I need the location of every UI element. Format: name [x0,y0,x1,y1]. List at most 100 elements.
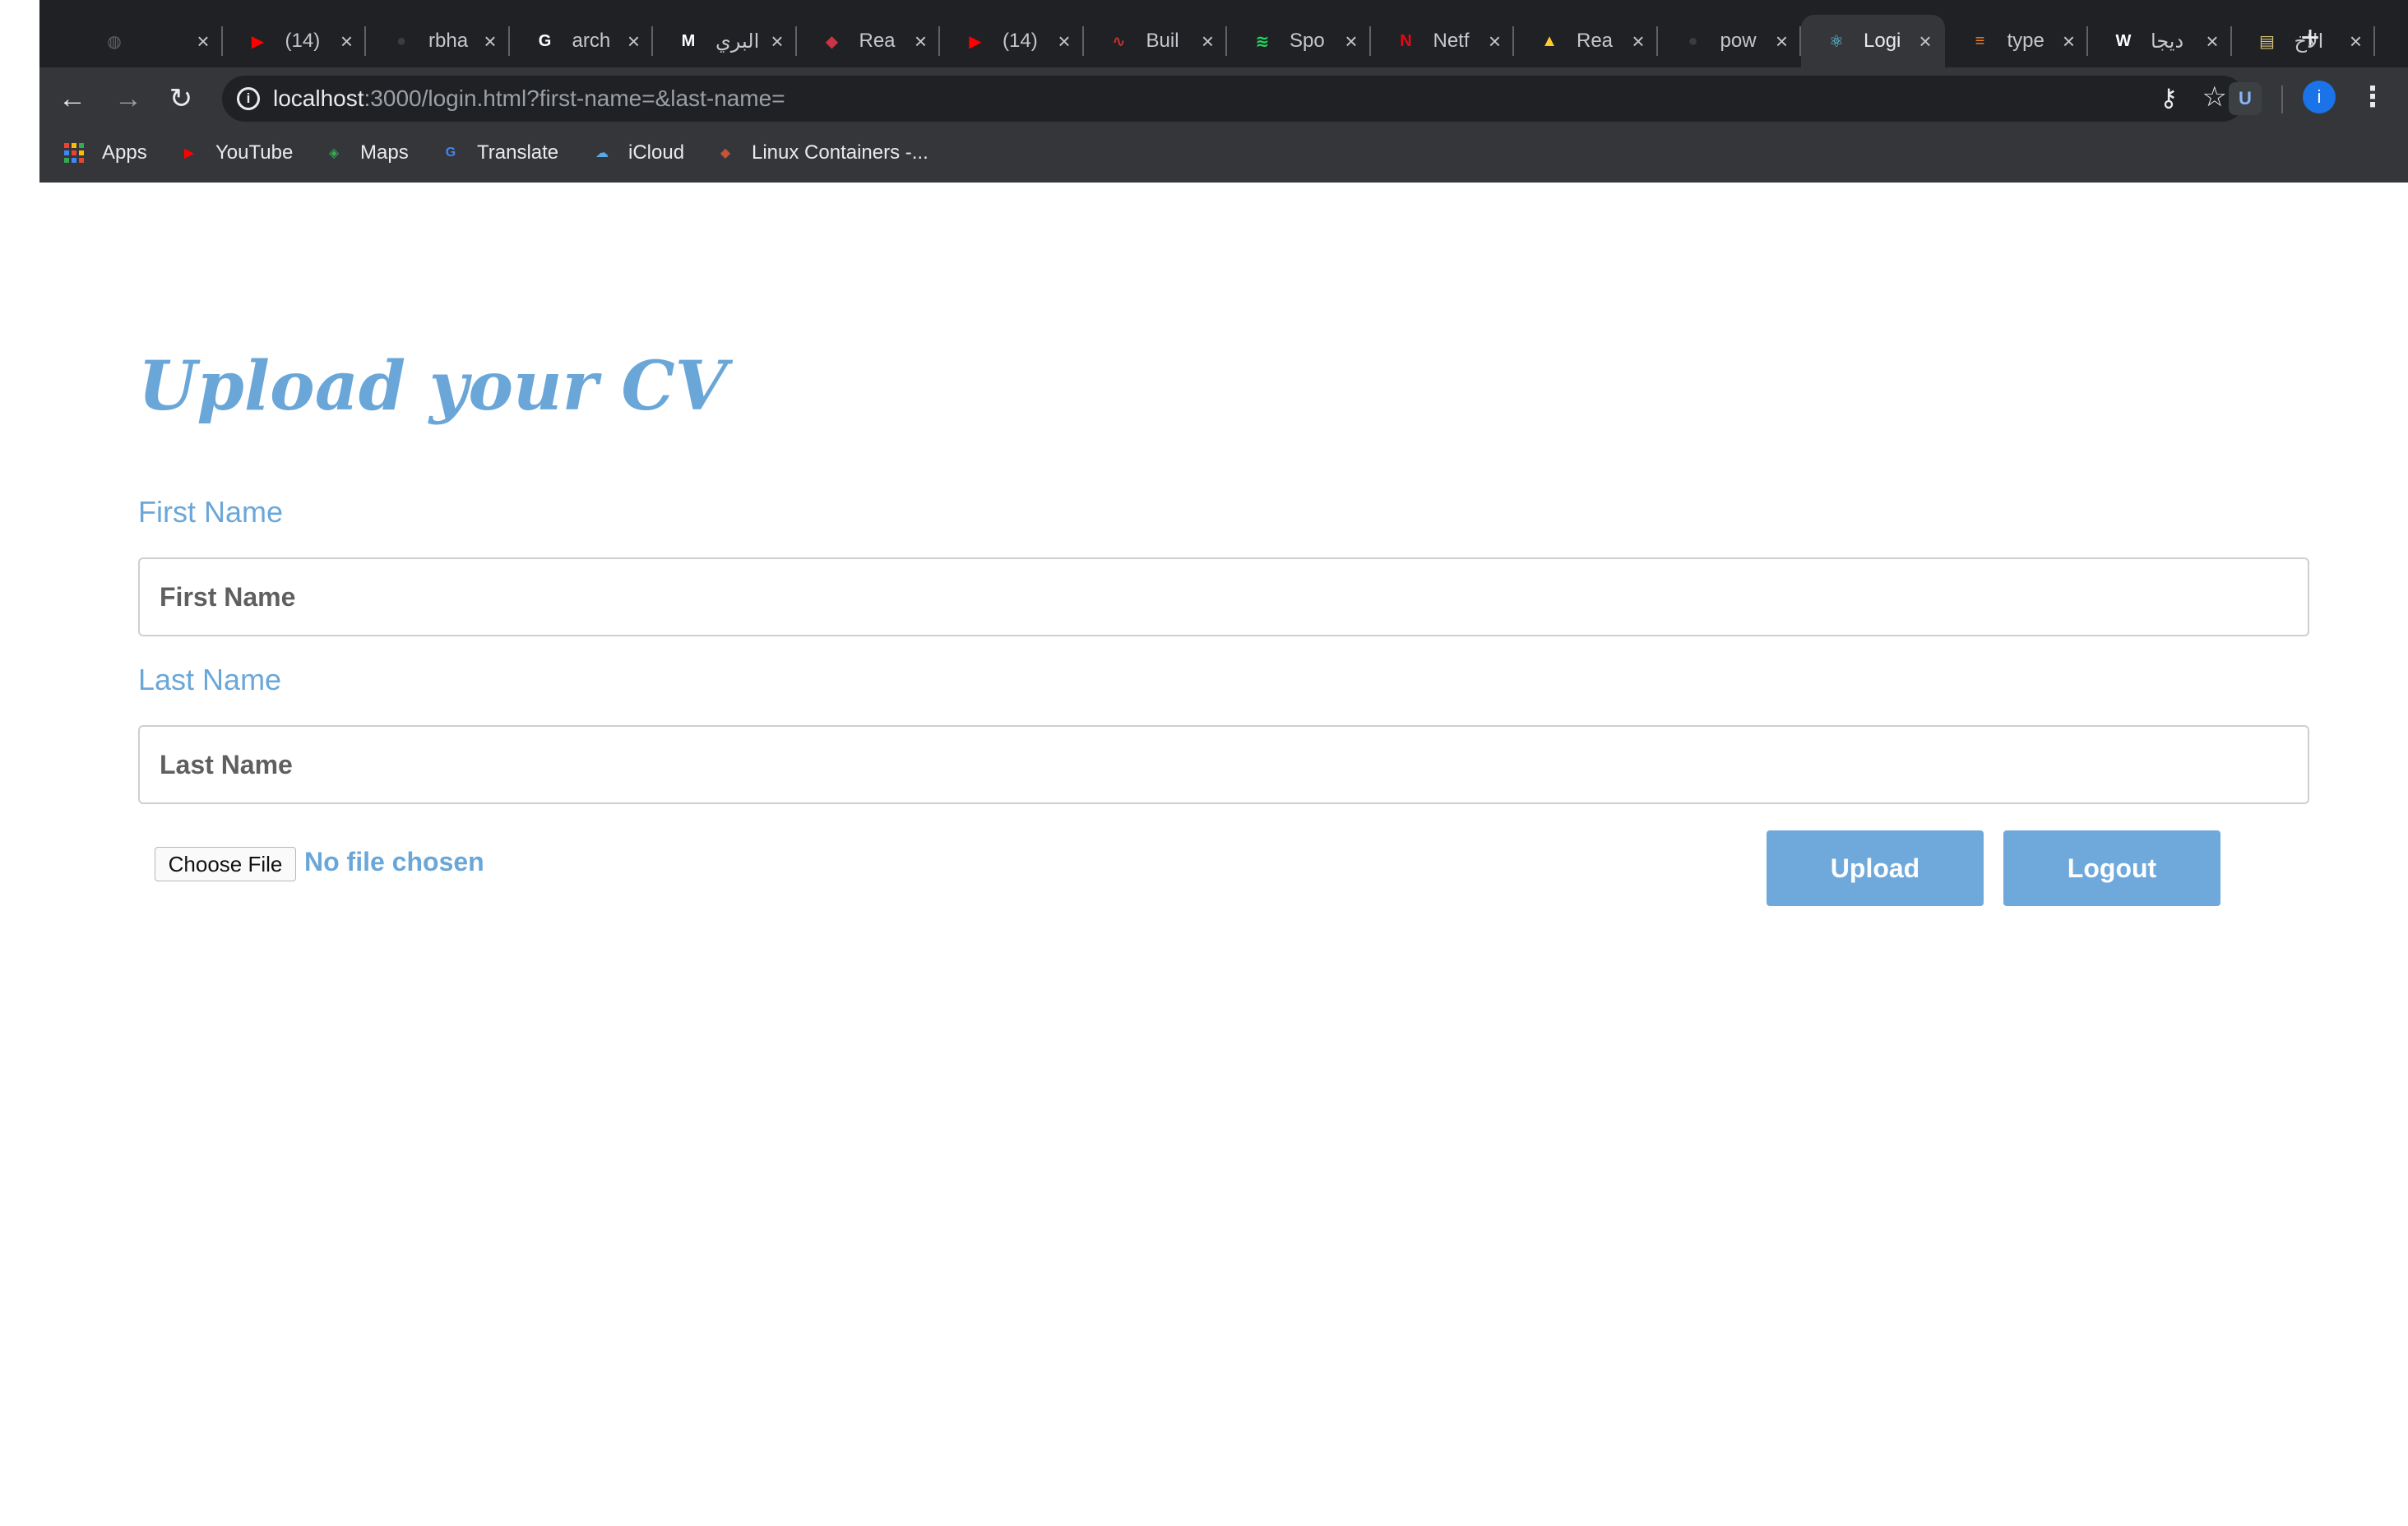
close-tab-icon[interactable]: × [2206,30,2218,53]
bookmark-label: Translate [477,141,559,164]
tab-title: Spo [1290,30,1325,52]
browser-tab[interactable]: ≋ Spo × [1227,15,1371,67]
browser-tab[interactable]: ● pow × [1658,15,1801,67]
choose-file-button[interactable]: Choose File [155,847,296,881]
close-tab-icon[interactable]: × [771,30,783,53]
address-bar[interactable]: i localhost:3000/login.html?first-name=&… [222,76,2245,122]
close-tab-icon[interactable]: × [627,30,640,53]
bookmark-item[interactable]: Apps [64,138,147,168]
bookmark-item[interactable]: ☁ iCloud [590,138,684,168]
bookmark-label: Linux Containers -... [752,141,928,164]
bookmarks-bar: Apps ▶ YouTube ◈ Maps G Translate ☁ iCloud ◆ Linux… [39,128,2408,178]
bookmark-item[interactable]: ◈ Maps [322,138,409,168]
translate-icon: G [445,146,456,160]
more-menu-icon[interactable]: ⋮ [2359,79,2387,115]
new-tab-button[interactable]: + [2293,21,2327,56]
browser-tab[interactable]: ⚛ Logi × [1801,15,1945,67]
tab-title: rbha [428,30,469,52]
maps-icon: ◈ [328,146,340,160]
close-tab-icon[interactable]: × [197,30,209,53]
site-info-icon[interactable]: i [237,87,260,110]
bookmark-item[interactable]: G Translate [439,138,558,168]
close-tab-icon[interactable]: × [1919,30,1931,53]
close-tab-icon[interactable]: × [2350,30,2362,53]
tab-title: Rea [1577,30,1614,52]
browser-tab[interactable]: W ديجا × [2088,15,2232,67]
first-name-label: First Name [138,495,284,529]
globe-icon: ◍ [107,32,122,51]
gmail-icon: M [681,31,696,50]
tab-title: (14) [285,30,321,52]
close-tab-icon[interactable]: × [1776,30,1788,53]
youtube-icon: ▶ [183,146,195,160]
logout-button[interactable]: Logout [2003,830,2220,906]
bookmark-item[interactable]: ▶ YouTube [178,138,293,168]
browser-tab[interactable]: Garch × [510,15,653,67]
page-content: Upload your CV First Name Last Name Choo… [0,183,2408,1526]
extension-icon[interactable]: U [2229,82,2262,115]
browser-tab[interactable]: ∿ Buil × [1084,15,1227,67]
browser-tab[interactable]: ≡ type × [1945,15,2088,67]
tab-title: pow [1720,30,1757,52]
browser-tab[interactable]: N Netf × [1371,15,1514,67]
github-icon: ● [396,31,407,50]
toolbar-divider [2281,86,2283,113]
tab-strip: ◍ × ▶ (14) × ● rbha × Garch × M البري × ◆ Rea × ▶ (14) × ∿ B… [39,0,2408,67]
close-tab-icon[interactable]: × [1632,30,1644,53]
tab-title: البري [715,30,760,53]
tab-divider [2373,26,2375,56]
close-tab-icon[interactable]: × [1058,30,1070,53]
ruby-gem-icon: ◆ [825,32,839,51]
upload-button[interactable]: Upload [1767,830,1984,906]
close-tab-icon[interactable]: × [484,30,496,53]
browser-toolbar: ← → ↻ i localhost:3000/login.html?first-… [39,67,2408,128]
spotify-icon: ≋ [1255,32,1270,51]
tab-title: Rea [859,30,896,52]
last-name-input[interactable] [138,725,2309,804]
google-icon: G [538,31,552,50]
browser-tab[interactable]: M البري × [653,15,797,67]
browser-tab[interactable]: ◆ Rea × [797,15,940,67]
tab-title: type [2007,30,2044,52]
bookmark-item[interactable]: ◆ Linux Containers -... [714,138,928,168]
bookmark-label: iCloud [628,141,685,164]
close-tab-icon[interactable]: × [1202,30,1214,53]
linux-containers-icon: ◆ [720,146,731,160]
browser-tab[interactable]: ▶ (14) × [223,15,366,67]
netflix-icon: N [1400,31,1412,50]
firebase-icon: ▲ [1541,31,1558,50]
bookmark-label: Maps [360,141,409,164]
key-icon[interactable]: ⚷ [2160,84,2178,113]
react-icon: ⚛ [1829,32,1844,51]
close-tab-icon[interactable]: × [915,30,927,53]
youtube-icon: ▶ [251,32,265,51]
browser-tab[interactable]: ◍ × [79,15,223,67]
tab-title: arch [572,30,611,52]
close-tab-icon[interactable]: × [340,30,353,53]
file-status-text: No file chosen [304,847,484,876]
first-name-input[interactable] [138,557,2309,636]
profile-avatar[interactable]: i [2303,81,2336,113]
stackoverflow-icon: ≡ [1975,31,1985,50]
apps-grid-icon [64,143,84,163]
browser-tab[interactable]: ▲ Rea × [1514,15,1658,67]
back-button[interactable]: ← [54,81,90,117]
close-tab-icon[interactable]: × [1345,30,1357,53]
address-url[interactable]: localhost:3000/login.html?first-name=&la… [273,86,785,112]
tab-title: Netf [1433,30,1470,52]
tab-title: Logi [1864,30,1901,52]
tab-title: ديجا [2151,30,2184,53]
browser-tab[interactable]: ▶ (14) × [940,15,1084,67]
forward-button[interactable]: → [110,81,146,117]
bookmark-star-icon[interactable]: ☆ [2202,81,2227,113]
youtube-icon: ▶ [969,32,982,51]
close-tab-icon[interactable]: × [1489,30,1501,53]
tab-title: (14) [1003,30,1038,52]
bookmark-label: YouTube [215,141,294,164]
tab-title: Buil [1146,30,1179,52]
browser-tab[interactable]: ● rbha × [366,15,510,67]
reload-button[interactable]: ↻ [163,81,199,117]
bookmark-label: Apps [102,141,147,164]
close-tab-icon[interactable]: × [2063,30,2075,53]
last-name-label: Last Name [138,663,282,696]
